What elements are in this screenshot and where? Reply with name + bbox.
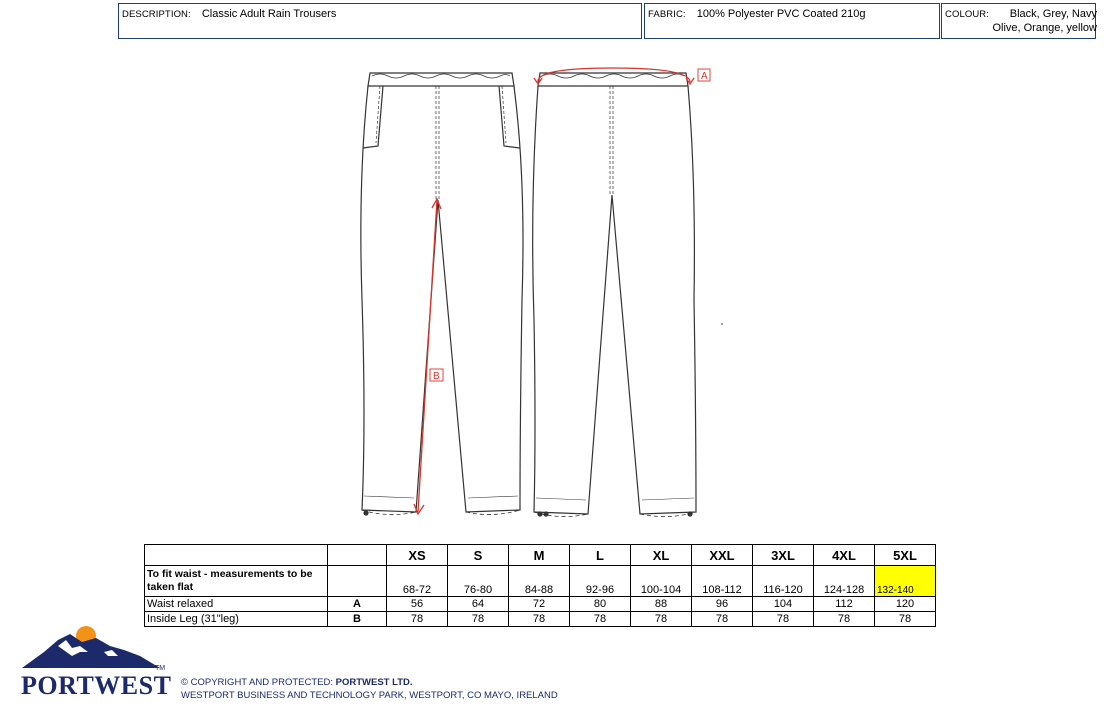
fit-waist-value: 68-72 (386, 565, 448, 597)
row-label: Waist relaxed (144, 596, 328, 612)
portwest-logo (22, 626, 160, 668)
table-cell: 104 (752, 596, 814, 612)
size-header: XXL (691, 544, 753, 566)
fit-waist-code (327, 565, 387, 597)
table-cell: 78 (691, 611, 753, 627)
fit-waist-value: 84-88 (508, 565, 570, 597)
measure-a-label: A (701, 71, 708, 82)
trademark-mark: TM (155, 665, 166, 672)
table-cell: 56 (386, 596, 448, 612)
fit-waist-value: 108-112 (691, 565, 753, 597)
fit-waist-label: To fit waist - measurements to be taken … (144, 565, 328, 597)
size-header: XS (386, 544, 448, 566)
table-cell: 96 (691, 596, 753, 612)
size-header: 4XL (813, 544, 875, 566)
table-cell: 78 (874, 611, 936, 627)
fit-waist-value: 116-120 (752, 565, 814, 597)
row-code: B (327, 611, 387, 627)
fit-waist-value-highlighted: 132-140 (874, 565, 936, 597)
table-cell: 64 (447, 596, 509, 612)
copyright-prefix: © COPYRIGHT AND PROTECTED: (181, 677, 336, 688)
table-cell: 78 (569, 611, 631, 627)
size-header: L (569, 544, 631, 566)
size-header-row: XS S M L XL XXL 3XL 4XL 5XL (144, 544, 936, 566)
measure-b-label: B (433, 371, 440, 382)
table-cell: 72 (508, 596, 570, 612)
header-code-blank (327, 544, 387, 566)
front-view (360, 72, 524, 516)
company-address: WESTPORT BUSINESS AND TECHNOLOGY PARK, W… (181, 690, 558, 701)
table-cell: 88 (630, 596, 692, 612)
table-cell: 120 (874, 596, 936, 612)
size-header: 5XL (874, 544, 936, 566)
size-chart-table: XS S M L XL XXL 3XL 4XL 5XL To fit waist… (144, 544, 936, 627)
row-label: Inside Leg (31"leg) (144, 611, 328, 627)
company-name: PORTWEST LTD. (335, 677, 413, 688)
fit-waist-value: 100-104 (630, 565, 692, 597)
table-cell: 78 (508, 611, 570, 627)
measure-b (413, 197, 444, 516)
table-cell: 78 (447, 611, 509, 627)
fit-waist-value: 124-128 (813, 565, 875, 597)
row-code: A (327, 596, 387, 612)
header-blank (144, 544, 328, 566)
table-cell: 78 (813, 611, 875, 627)
table-cell: 78 (630, 611, 692, 627)
size-header: XL (630, 544, 692, 566)
size-header: 3XL (752, 544, 814, 566)
table-cell: 112 (813, 596, 875, 612)
portwest-wordmark: PORTWEST (21, 671, 172, 700)
waist-relaxed-row: Waist relaxed A 56 64 72 80 88 96 104 11… (144, 596, 936, 612)
fit-waist-value: 92-96 (569, 565, 631, 597)
inside-leg-row: Inside Leg (31"leg) B 78 78 78 78 78 78 … (144, 611, 936, 627)
table-cell: 78 (752, 611, 814, 627)
table-cell: 78 (386, 611, 448, 627)
size-header: S (447, 544, 509, 566)
table-cell: 80 (569, 596, 631, 612)
fit-waist-row: To fit waist - measurements to be taken … (144, 565, 936, 597)
fit-waist-value: 76-80 (447, 565, 509, 597)
size-header: M (508, 544, 570, 566)
footer-copyright: © COPYRIGHT AND PROTECTED: PORTWEST LTD.… (181, 676, 558, 702)
back-view (532, 72, 697, 517)
